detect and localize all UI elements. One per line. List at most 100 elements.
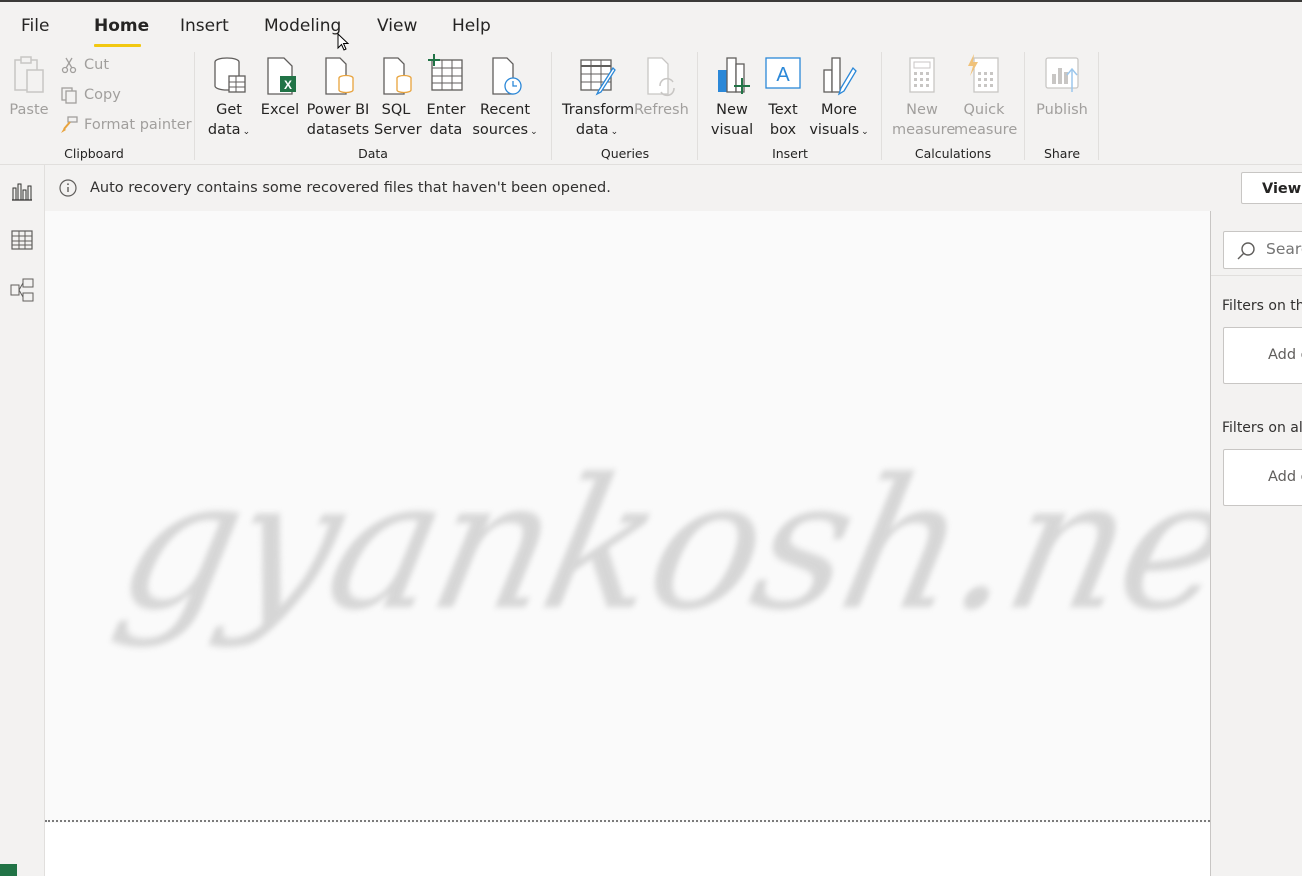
active-tab-indicator [94, 44, 141, 47]
report-canvas[interactable]: gyankosh.net [45, 211, 1210, 876]
enter-data-button[interactable]: Enter data [424, 54, 468, 140]
quick-measure-label-2: measure [954, 122, 1018, 138]
enter-data-label-2: data [429, 122, 463, 138]
model-view-icon[interactable] [9, 277, 35, 303]
notification-bar: Auto recovery contains some recovered fi… [45, 165, 1302, 211]
page-filter-drop-zone[interactable]: Add data fields here [1223, 327, 1302, 384]
svg-text:A: A [776, 64, 790, 86]
more-visuals-label-2: visuals [809, 122, 860, 138]
publish-label: Publish [1036, 102, 1088, 118]
power-bi-datasets-label-2: datasets [306, 122, 370, 138]
chevron-down-icon: ⌄ [861, 127, 869, 137]
cut-label: Cut [84, 57, 109, 73]
group-divider [1024, 52, 1025, 160]
excel-icon: X [267, 57, 296, 95]
sql-server-button[interactable]: SQL Server [374, 54, 422, 140]
more-visuals-label-1: More [821, 102, 857, 118]
power-bi-datasets-button[interactable]: Power BI datasets [306, 54, 370, 140]
queries-group-label: Queries [600, 146, 650, 161]
format-painter-label: Format painter [84, 117, 192, 133]
all-pages-filter-drop-zone[interactable]: Add data fields here [1223, 449, 1302, 506]
publish-button[interactable]: Publish [1034, 54, 1090, 120]
new-measure-label-2: measure [892, 122, 956, 138]
format-painter-button[interactable]: Format painter [60, 116, 192, 134]
new-visual-button[interactable]: New visual [708, 54, 756, 140]
data-view-icon[interactable] [9, 227, 35, 253]
tab-insert[interactable]: Insert [180, 16, 229, 36]
view-recovered-files-button[interactable]: View r [1241, 172, 1302, 204]
report-view-icon[interactable] [9, 178, 35, 204]
group-divider [1098, 52, 1099, 160]
new-visual-label-2: visual [710, 122, 754, 138]
quick-measure-icon [968, 54, 999, 93]
notification-text: Auto recovery contains some recovered fi… [90, 180, 611, 196]
group-divider [881, 52, 882, 160]
calculations-group-label: Calculations [914, 146, 992, 161]
filters-on-this-page-heading: Filters on this page [1222, 298, 1302, 314]
tab-modeling[interactable]: Modeling [264, 16, 341, 36]
text-box-icon: A [765, 57, 801, 89]
tab-home[interactable]: Home [94, 16, 149, 36]
search-icon [1237, 242, 1255, 260]
page-boundary [45, 820, 1210, 822]
get-data-label-1: Get [216, 102, 242, 118]
refresh-button[interactable]: Refresh [634, 54, 689, 120]
sql-server-label-2: Server [374, 122, 422, 138]
copy-icon [61, 87, 77, 104]
excel-button[interactable]: X Excel [260, 54, 300, 120]
text-box-label-1: Text [768, 102, 798, 118]
filter-search-box[interactable] [1223, 231, 1302, 269]
copy-label: Copy [84, 87, 121, 103]
copy-button[interactable]: Copy [60, 86, 121, 104]
paintbrush-icon [61, 116, 78, 133]
chevron-down-icon: ⌄ [242, 127, 251, 137]
excel-label: Excel [260, 102, 300, 118]
new-measure-label-1: New [906, 102, 938, 118]
tab-file[interactable]: File [21, 16, 49, 36]
group-divider [194, 52, 195, 160]
clipboard-group-label: Clipboard [64, 146, 124, 161]
status-indicator [0, 864, 17, 876]
calculator-icon [909, 57, 935, 93]
add-data-fields-text: Add data fields here [1268, 469, 1302, 485]
sql-server-label-1: SQL [381, 102, 411, 118]
dataset-icon [325, 57, 354, 95]
sql-server-icon [383, 57, 412, 95]
filter-search-input[interactable] [1266, 240, 1302, 258]
divider [1211, 275, 1302, 276]
recent-sources-label-1: Recent [479, 102, 531, 118]
group-divider [697, 52, 698, 160]
chevron-down-icon: ⌄ [610, 127, 619, 137]
refresh-label: Refresh [634, 102, 689, 118]
scissors-icon [61, 57, 77, 74]
get-data-button[interactable]: Get data ⌄ [204, 54, 254, 142]
text-box-button[interactable]: A Text box [760, 54, 806, 140]
canvas-overflow-area [45, 823, 1210, 876]
recent-sources-label-2: sources [472, 122, 529, 138]
table-add-icon [428, 54, 463, 91]
tab-view[interactable]: View [377, 16, 417, 36]
text-box-label-2: box [769, 122, 797, 138]
cut-button[interactable]: Cut [60, 56, 109, 74]
add-data-fields-text: Add data fields here [1268, 347, 1302, 363]
chevron-down-icon: ⌄ [530, 127, 538, 137]
quick-measure-label-1: Quick [963, 102, 1005, 118]
paste-button[interactable]: Paste [6, 54, 52, 120]
get-data-label-2: data [207, 122, 241, 138]
new-measure-button[interactable]: New measure [892, 54, 956, 140]
transform-data-button[interactable]: Transform data ⌄ [562, 54, 635, 142]
quick-measure-button[interactable]: Quick measure [954, 54, 1018, 140]
ribbon-tab-bar: File Home Insert Modeling View Help [0, 2, 1302, 48]
insert-group-label: Insert [772, 146, 808, 161]
tab-help[interactable]: Help [452, 16, 491, 36]
more-visuals-button[interactable]: More visuals ⌄ [808, 54, 870, 142]
data-group-label: Data [358, 146, 388, 161]
recent-sources-button[interactable]: Recent sources ⌄ [472, 54, 538, 142]
new-visual-icon [718, 57, 750, 94]
view-switcher [0, 165, 45, 876]
transform-data-label-2: data [575, 122, 609, 138]
group-divider [551, 52, 552, 160]
share-group-label: Share [1043, 146, 1081, 161]
transform-data-icon [580, 59, 616, 96]
transform-data-label-1: Transform [562, 102, 635, 118]
